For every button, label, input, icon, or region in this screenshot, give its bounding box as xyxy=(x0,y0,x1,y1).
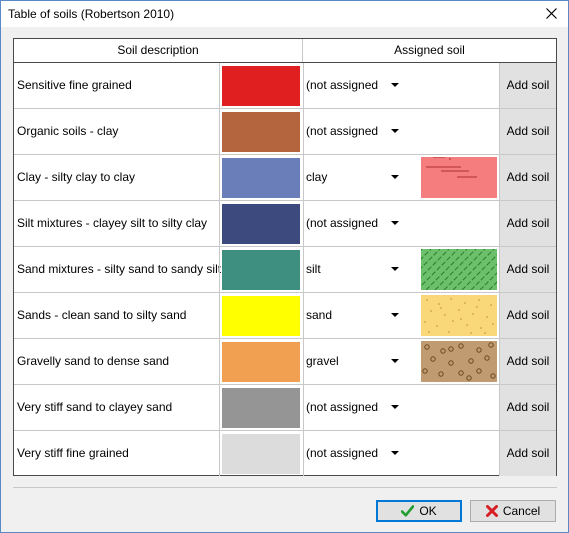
assigned-soil-dropdown[interactable]: (not assigned xyxy=(303,63,499,108)
color-cell[interactable] xyxy=(219,431,304,476)
table-row: Sensitive fine grained (not assigned Add s… xyxy=(14,63,556,109)
color-swatch xyxy=(222,296,300,336)
color-swatch xyxy=(222,204,300,244)
assigned-soil-dropdown[interactable]: (not assigned xyxy=(303,385,499,430)
color-swatch xyxy=(222,250,300,290)
add-soil-button[interactable]: Add soil xyxy=(499,155,556,200)
checkmark-icon xyxy=(401,505,415,517)
soil-description: Sand mixtures - silty sand to sandy silt xyxy=(17,262,222,276)
table-row: Very stiff sand to clayey sand (not assig… xyxy=(14,385,556,431)
color-cell[interactable] xyxy=(219,293,304,338)
soil-description: Very stiff sand to clayey sand xyxy=(17,400,173,414)
cancel-label: Cancel xyxy=(502,504,541,518)
assigned-soil-dropdown[interactable]: gravel xyxy=(303,339,499,384)
dropdown-arrow-icon xyxy=(391,221,399,225)
table-row: Very stiff fine grained (not assigned Add … xyxy=(14,431,556,477)
table-row: Sand mixtures - silty sand to sandy silt… xyxy=(14,247,556,293)
assigned-soil-value: (not assigned xyxy=(306,124,379,138)
soil-pattern-clay xyxy=(421,157,497,198)
color-cell[interactable] xyxy=(219,109,304,154)
dialog-window: Table of soils (Robertson 2010) Soil des… xyxy=(0,0,569,533)
color-swatch xyxy=(222,342,300,382)
assigned-soil-dropdown[interactable]: (not assigned xyxy=(303,431,499,476)
color-cell[interactable] xyxy=(219,339,304,384)
soil-description: Organic soils - clay xyxy=(17,124,119,138)
ok-label: OK xyxy=(419,504,437,518)
add-soil-button[interactable]: Add soil xyxy=(499,385,556,430)
table-row: Organic soils - clay (not assigned Add soi… xyxy=(14,109,556,155)
color-cell[interactable] xyxy=(219,247,304,292)
cancel-button[interactable]: Cancel xyxy=(470,500,556,522)
separator xyxy=(13,487,557,488)
assigned-soil-dropdown[interactable]: silt xyxy=(303,247,499,292)
table-row: Sands - clean sand to silty sand sand Add … xyxy=(14,293,556,339)
assigned-soil-value: sand xyxy=(306,308,333,322)
soil-description: Silt mixtures - clayey silt to silty cla… xyxy=(17,216,208,230)
add-soil-button[interactable]: Add soil xyxy=(499,339,556,384)
soil-description: Sensitive fine grained xyxy=(17,78,132,92)
assigned-soil-value: (not assigned xyxy=(306,400,379,414)
assigned-soil-value: gravel xyxy=(306,354,339,368)
color-swatch xyxy=(222,66,300,106)
header-assigned-soil: Assigned soil xyxy=(394,43,465,57)
dropdown-arrow-icon xyxy=(391,83,399,87)
dropdown-arrow-icon xyxy=(391,313,399,317)
close-icon xyxy=(546,8,557,19)
color-cell[interactable] xyxy=(219,201,304,246)
window-title: Table of soils (Robertson 2010) xyxy=(8,7,175,21)
assigned-soil-dropdown[interactable]: (not assigned xyxy=(303,201,499,246)
color-cell[interactable] xyxy=(219,63,304,108)
table-row: Silt mixtures - clayey silt to silty cla… xyxy=(14,201,556,247)
assigned-soil-dropdown[interactable]: sand xyxy=(303,293,499,338)
table-row: Clay - silty clay to clay clay Add soil xyxy=(14,155,556,201)
ok-button[interactable]: OK xyxy=(376,500,462,522)
assigned-soil-value: (not assigned xyxy=(306,446,379,460)
add-soil-button[interactable]: Add soil xyxy=(499,247,556,292)
dropdown-arrow-icon xyxy=(391,175,399,179)
title-bar: Table of soils (Robertson 2010) xyxy=(1,1,568,27)
soil-description: Clay - silty clay to clay xyxy=(17,170,136,184)
assigned-soil-dropdown[interactable]: (not assigned xyxy=(303,109,499,154)
soil-pattern-gravel xyxy=(421,341,497,382)
soil-pattern-silt xyxy=(421,249,497,290)
add-soil-button[interactable]: Add soil xyxy=(499,431,556,476)
assigned-soil-value: (not assigned xyxy=(306,216,379,230)
assigned-soil-dropdown[interactable]: clay xyxy=(303,155,499,200)
dropdown-arrow-icon xyxy=(391,405,399,409)
assigned-soil-value: silt xyxy=(306,262,321,276)
dropdown-arrow-icon xyxy=(391,267,399,271)
add-soil-button[interactable]: Add soil xyxy=(499,293,556,338)
add-soil-button[interactable]: Add soil xyxy=(499,63,556,108)
header-soil-description: Soil description xyxy=(14,39,303,62)
color-swatch xyxy=(222,434,300,474)
close-button[interactable] xyxy=(536,1,568,27)
dropdown-arrow-icon xyxy=(391,451,399,455)
table-header: Soil description Assigned soil xyxy=(14,39,556,63)
cancel-x-icon xyxy=(485,505,498,517)
soils-table: Soil description Assigned soil Sensitive… xyxy=(13,38,557,476)
color-cell[interactable] xyxy=(219,155,304,200)
add-soil-button[interactable]: Add soil xyxy=(499,109,556,154)
color-swatch xyxy=(222,112,300,152)
color-cell[interactable] xyxy=(219,385,304,430)
soil-description: Very stiff fine grained xyxy=(17,446,129,460)
add-soil-button[interactable]: Add soil xyxy=(499,201,556,246)
color-swatch xyxy=(222,158,300,198)
color-swatch xyxy=(222,388,300,428)
dropdown-arrow-icon xyxy=(391,129,399,133)
assigned-soil-value: clay xyxy=(306,170,328,184)
soil-pattern-sand xyxy=(421,295,497,336)
soil-description: Sands - clean sand to silty sand xyxy=(17,308,187,322)
assigned-soil-value: (not assigned xyxy=(306,78,379,92)
soil-description: Gravelly sand to dense sand xyxy=(17,354,170,368)
dropdown-arrow-icon xyxy=(391,359,399,363)
table-row: Gravelly sand to dense sand gravel Add soi… xyxy=(14,339,556,385)
